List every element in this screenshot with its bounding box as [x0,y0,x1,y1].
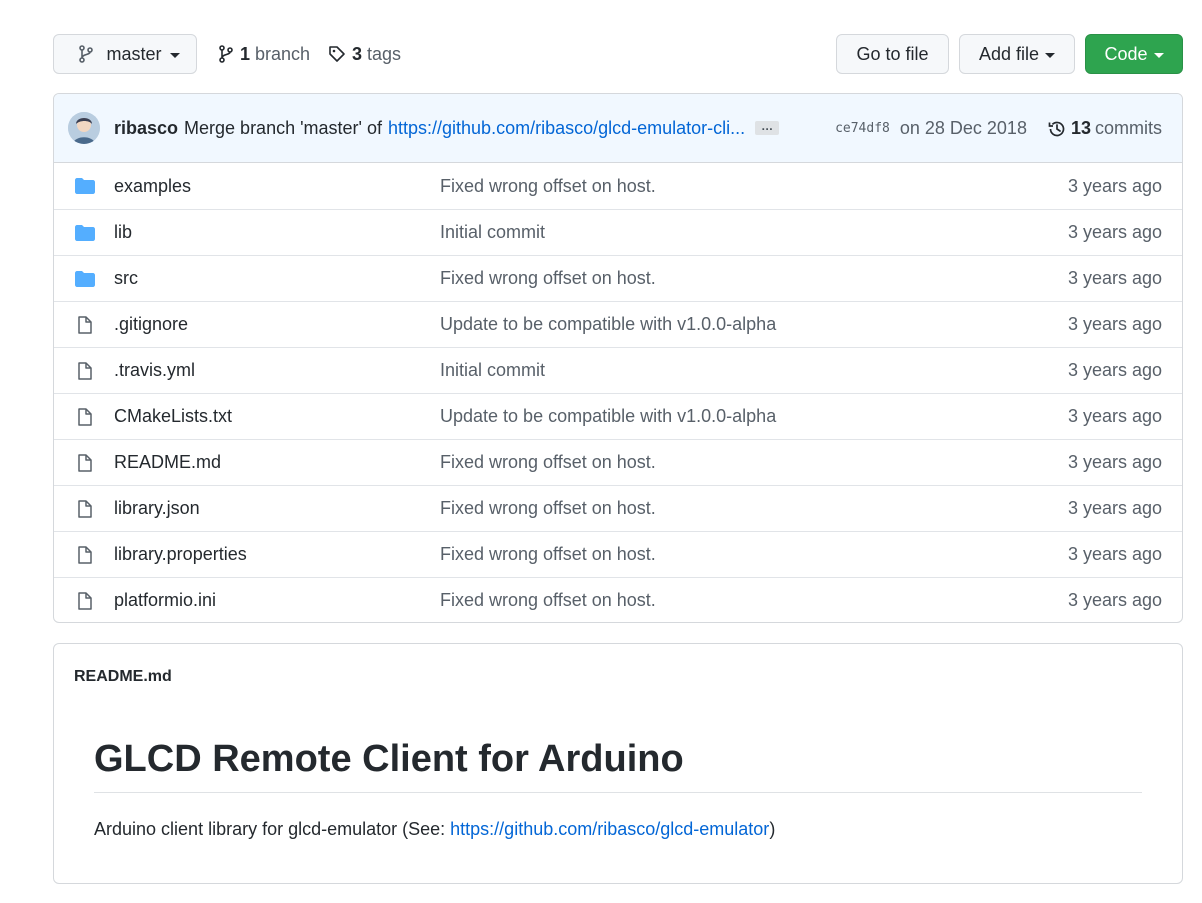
code-label: Code [1104,43,1148,64]
branches-link[interactable]: 1 branch [218,34,310,74]
file-row[interactable]: .gitignore Update to be compatible with v… [54,301,1182,347]
go-to-file-button[interactable]: Go to file [836,34,949,74]
file-row[interactable]: .travis.yml Initial commit 3 years ago [54,347,1182,393]
file-row[interactable]: examples Fixed wrong offset on host. 3 yea… [54,163,1182,209]
file-commit-age: 3 years ago [1067,268,1162,288]
file-row[interactable]: lib Initial commit 3 years ago [54,209,1182,255]
tags-link[interactable]: 3 tags [328,34,401,74]
history-icon [1048,121,1065,136]
readme-description: Arduino client library for glcd-emulator… [94,819,775,840]
readme-text-suffix: ) [769,819,776,839]
file-commit-age: 3 years ago [1067,498,1162,518]
chevron-down-icon [1045,52,1056,58]
code-button[interactable]: Code [1085,34,1183,74]
tags-label: tags [367,43,402,64]
latest-commit-bar: ribasco Merge branch 'master' of https:/… [54,94,1182,163]
readme-header[interactable]: README.md [74,668,172,686]
branches-count: 1 [240,43,251,64]
file-commit-age: 3 years ago [1067,452,1162,472]
file-commit-message-link[interactable]: Update to be compatible with v1.0.0-alph… [440,406,776,427]
file-name-link[interactable]: src [114,268,138,289]
file-commit-message-link[interactable]: Initial commit [440,360,545,381]
commits-history-link[interactable]: 13 commits [1047,118,1162,139]
commit-author-link[interactable]: ribasco [114,118,178,139]
file-commit-message-link[interactable]: Update to be compatible with v1.0.0-alph… [440,314,776,335]
file-name-link[interactable]: CMakeLists.txt [114,406,232,427]
chevron-down-icon [169,52,180,58]
readme-text-prefix: Arduino client library for glcd-emulator… [94,819,451,839]
add-file-button[interactable]: Add file [959,34,1075,74]
commit-meta: ce74df8 on 28 Dec 2018 13 commits [835,94,1162,163]
file-name-link[interactable]: .travis.yml [114,360,195,381]
file-commit-message-link[interactable]: Fixed wrong offset on host. [440,176,656,197]
tag-icon [329,46,345,62]
folder-icon [74,224,96,242]
folder-icon [74,270,96,288]
readme-title: GLCD Remote Client for Arduino [94,738,684,780]
file-name-link[interactable]: lib [114,222,132,243]
add-file-label: Add file [978,43,1040,64]
avatar[interactable] [68,112,100,144]
file-row[interactable]: library.json Fixed wrong offset on host. 3… [54,485,1182,531]
file-icon [74,592,96,610]
file-row[interactable]: platformio.ini Fixed wrong offset on host… [54,577,1182,622]
file-icon [74,546,96,564]
file-commit-message-link[interactable]: Fixed wrong offset on host. [440,498,656,519]
file-icon [74,454,96,472]
commit-date: on 28 Dec 2018 [899,118,1027,138]
commits-count: 13 [1070,118,1091,138]
file-commit-age: 3 years ago [1067,222,1162,242]
repo-toolbar: master 1 branch 3 tags Go to file Add fi… [53,34,1183,74]
file-row[interactable]: src Fixed wrong offset on host. 3 years ag… [54,255,1182,301]
file-row[interactable]: library.properties Fixed wrong offset on … [54,531,1182,577]
file-list: examples Fixed wrong offset on host. 3 yea… [54,163,1182,622]
file-name-link[interactable]: examples [114,176,191,197]
file-icon [74,362,96,380]
file-commit-age: 3 years ago [1067,544,1162,564]
expand-commit-button[interactable]: … [755,120,780,135]
file-commit-age: 3 years ago [1067,314,1162,334]
file-name-link[interactable]: .gitignore [114,314,188,335]
file-commit-age: 3 years ago [1067,406,1162,426]
file-row[interactable]: CMakeLists.txt Update to be compatible wi… [54,393,1182,439]
branch-select-button[interactable]: master [53,34,197,74]
commit-message[interactable]: Merge branch 'master' of [184,118,382,139]
file-commit-message-link[interactable]: Fixed wrong offset on host. [440,268,656,289]
file-name-link[interactable]: platformio.ini [114,590,216,611]
git-branch-icon [79,45,94,63]
file-commit-message-link[interactable]: Fixed wrong offset on host. [440,544,656,565]
file-commit-age: 3 years ago [1067,590,1162,610]
branches-label: branch [255,43,311,64]
file-commit-age: 3 years ago [1067,360,1162,380]
readme-divider [94,792,1142,793]
file-commit-message-link[interactable]: Fixed wrong offset on host. [440,452,656,473]
file-name-link[interactable]: README.md [114,452,221,473]
file-name-link[interactable]: library.properties [114,544,247,565]
file-row[interactable]: README.md Fixed wrong offset on host. 3 ye… [54,439,1182,485]
avatar-image [68,112,100,144]
file-commit-age: 3 years ago [1067,175,1162,196]
tags-count: 3 [352,43,363,64]
file-name-link[interactable]: library.json [114,498,200,519]
commit-sha-link[interactable]: ce74df8 [835,121,890,136]
chevron-down-icon [1153,52,1164,58]
readme-link[interactable]: https://github.com/ribasco/glcd-emulator [450,819,769,839]
branch-label: master [106,43,162,64]
git-branch-icon [219,45,233,63]
file-browser: ribasco Merge branch 'master' of https:/… [53,93,1183,623]
commit-message-link[interactable]: https://github.com/ribasco/glcd-emulator… [388,118,745,139]
commits-label: commits [1095,118,1162,138]
file-commit-message-link[interactable]: Fixed wrong offset on host. [440,590,656,611]
file-icon [74,408,96,426]
folder-icon [74,177,96,195]
file-icon [74,500,96,518]
file-commit-message-link[interactable]: Initial commit [440,222,545,243]
readme-panel: README.md GLCD Remote Client for Arduino… [53,643,1183,884]
file-icon [74,316,96,334]
